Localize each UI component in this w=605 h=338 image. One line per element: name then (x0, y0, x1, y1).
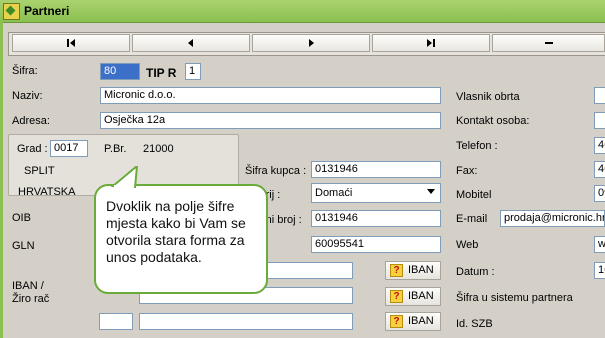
grad-field[interactable]: 0017 (50, 140, 88, 157)
sifra-label: Šifra: (12, 65, 38, 77)
chevron-down-icon[interactable] (424, 184, 438, 199)
help-icon: ? (390, 264, 403, 277)
sifra-kupca-field[interactable]: 0131946 (311, 161, 441, 178)
vlasnik-label: Vlasnik obrta (456, 91, 520, 103)
datum-label: Datum : (456, 266, 495, 278)
vlasnik-field[interactable] (594, 87, 605, 104)
sifra-szp-label: Šifra u sistemu partnera (456, 292, 573, 304)
callout-text: Dvoklik na polje šifre mjesta kako bi Va… (106, 198, 246, 265)
next-record-button[interactable] (252, 34, 370, 52)
gln-label: GLN (12, 240, 35, 252)
title-bar: Partneri (0, 0, 605, 23)
pbr-label: P.Br. (104, 143, 127, 155)
adresa-field[interactable]: Osječka 12a (100, 112, 441, 129)
adresa-label: Adresa: (12, 115, 50, 127)
iban-button-label: IBAN (408, 315, 434, 327)
pbr-value: 21000 (143, 143, 174, 155)
oib-label: OIB (12, 212, 31, 224)
window-title: Partneri (24, 4, 70, 18)
telefon-field[interactable]: 46 (594, 137, 605, 154)
iban-field-3[interactable] (139, 313, 353, 330)
fax-label: Fax: (456, 165, 478, 177)
prev-icon (188, 39, 193, 48)
last-record-button[interactable] (372, 34, 490, 52)
help-callout: Dvoklik na polje šifre mjesta kako bi Va… (94, 184, 268, 294)
minus-icon (544, 42, 553, 45)
prev-record-button[interactable] (132, 34, 250, 52)
grad-label: Grad : (17, 143, 48, 155)
mobitel-field[interactable]: 09 (594, 185, 605, 202)
iban-button-label: IBAN (408, 290, 434, 302)
fax-field[interactable]: 46 (594, 161, 605, 178)
callout-tail (111, 166, 139, 188)
kontakt-label: Kontakt osoba: (456, 115, 530, 127)
last-icon (427, 39, 435, 48)
naziv-field[interactable]: Micronic d.o.o. (100, 87, 441, 104)
country-name: HRVATSKA (18, 186, 76, 198)
tip-field[interactable]: 1 (185, 63, 201, 80)
id-szb-label: Id. SZB (456, 318, 493, 330)
iban-label: IBAN / Žiro rač (12, 280, 50, 305)
delete-record-button[interactable] (492, 34, 605, 52)
iban-prefix-3[interactable] (99, 313, 133, 330)
naziv-label: Naziv: (12, 90, 43, 102)
city-name: SPLIT (24, 165, 55, 177)
sifra-field[interactable]: 80 (100, 63, 140, 80)
iban-button-label: IBAN (408, 264, 434, 276)
first-record-button[interactable] (12, 34, 130, 52)
sifra-kupca-label: Šifra kupca : (245, 165, 307, 177)
porezni-field[interactable]: 0131946 (311, 210, 441, 227)
telefon-label: Telefon : (456, 140, 498, 152)
iban-button-3[interactable]: ? IBAN (385, 312, 441, 331)
teritorij-select[interactable]: Domaći (311, 183, 441, 203)
email-label: E-mail (456, 213, 488, 225)
tip-label: TIP R (146, 66, 177, 80)
gln-field[interactable]: 60095541 (311, 236, 441, 253)
iban-button-2[interactable]: ? IBAN (385, 287, 441, 306)
next-icon (309, 39, 314, 48)
help-icon: ? (390, 315, 403, 328)
web-label: Web (456, 239, 479, 251)
help-icon: ? (390, 290, 403, 303)
iban-button-1[interactable]: ? IBAN (385, 261, 441, 280)
email-field[interactable]: prodaja@micronic.hr (500, 210, 605, 227)
mobitel-label: Mobitel (456, 189, 492, 201)
first-icon (67, 39, 75, 48)
kontakt-field[interactable] (594, 112, 605, 129)
datum-field[interactable]: 16 (594, 262, 605, 279)
web-field[interactable]: w (594, 236, 605, 253)
app-icon (3, 3, 20, 20)
